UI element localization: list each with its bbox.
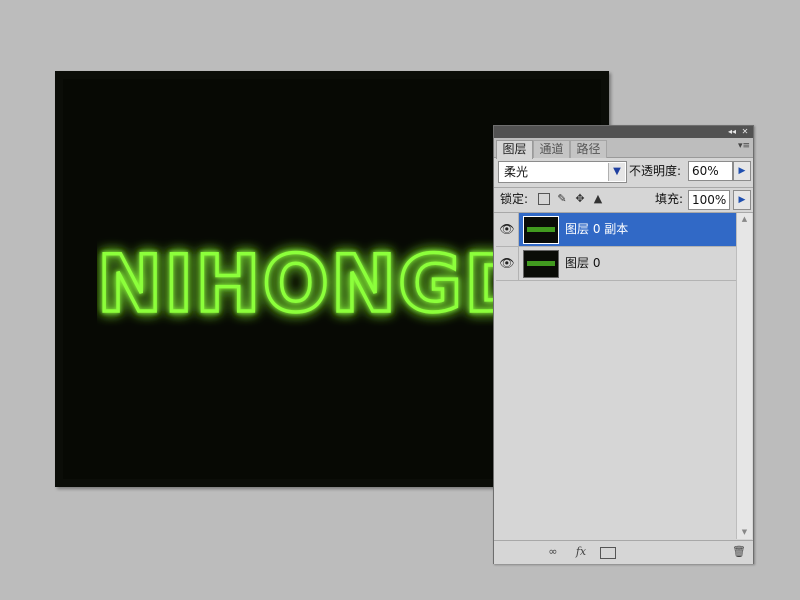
mask-icon[interactable] xyxy=(600,547,616,559)
layer-thumbnail xyxy=(523,216,559,244)
layers-scrollbar[interactable]: ▲ ▼ xyxy=(736,213,752,539)
layers-panel: ◂◂ ✕ 图层 通道 路径 ▾≡ 柔光 ▼ 不透明度: 60% ▶ 锁定: ✎ … xyxy=(493,125,754,564)
tab-paths[interactable]: 路径 xyxy=(570,140,607,158)
trash-icon[interactable]: 🗑 xyxy=(732,545,746,559)
link-icon[interactable]: ∞ xyxy=(544,545,562,559)
fill-label: 填充: xyxy=(655,192,684,206)
fx-icon[interactable]: fx xyxy=(572,545,590,559)
panel-titlebar[interactable]: ◂◂ ✕ xyxy=(494,126,753,138)
opacity-field[interactable]: 60% xyxy=(688,161,733,181)
layers-list: 👁 图层 0 副本 👁 图层 0 xyxy=(496,213,736,539)
lock-move-icon[interactable]: ✥ xyxy=(574,193,586,205)
blend-mode-select[interactable]: 柔光 ▼ xyxy=(498,161,627,183)
chevron-down-icon[interactable]: ▼ xyxy=(608,163,625,181)
fill-arrow-icon[interactable]: ▶ xyxy=(733,190,751,210)
opacity-label: 不透明度: xyxy=(629,164,682,178)
blend-row: 柔光 ▼ 不透明度: 60% ▶ xyxy=(498,161,751,185)
panel-menu-icon[interactable]: ▾≡ xyxy=(738,141,750,151)
lock-transparent-icon[interactable] xyxy=(538,193,550,205)
divider xyxy=(494,187,753,188)
double-chevron-left-icon[interactable]: ◂◂ xyxy=(726,127,738,137)
lock-label: 锁定: xyxy=(500,192,529,206)
lock-brush-icon[interactable]: ✎ xyxy=(556,193,568,205)
lock-all-icon[interactable]: ▲ xyxy=(592,193,604,205)
panel-footer: ∞ fx 🗑 xyxy=(494,540,753,564)
tab-layers[interactable]: 图层 xyxy=(496,140,533,159)
layer-thumbnail xyxy=(523,250,559,278)
layer-row[interactable]: 👁 图层 0 xyxy=(496,247,736,281)
blend-mode-value: 柔光 xyxy=(504,165,529,179)
close-icon[interactable]: ✕ xyxy=(739,127,751,137)
tab-channels[interactable]: 通道 xyxy=(533,140,570,158)
eye-icon[interactable]: 👁 xyxy=(496,213,519,246)
scroll-up-icon[interactable]: ▲ xyxy=(739,215,750,224)
layer-name: 图层 0 副本 xyxy=(565,222,629,236)
panel-tabs: 图层 通道 路径 ▾≡ xyxy=(494,138,753,159)
layer-name: 图层 0 xyxy=(565,256,601,270)
scroll-down-icon[interactable]: ▼ xyxy=(739,528,750,537)
layer-row-copy[interactable]: 👁 图层 0 副本 xyxy=(496,213,736,247)
opacity-arrow-icon[interactable]: ▶ xyxy=(733,161,751,181)
eye-icon[interactable]: 👁 xyxy=(496,247,519,280)
fill-field[interactable]: 100% xyxy=(688,190,730,210)
